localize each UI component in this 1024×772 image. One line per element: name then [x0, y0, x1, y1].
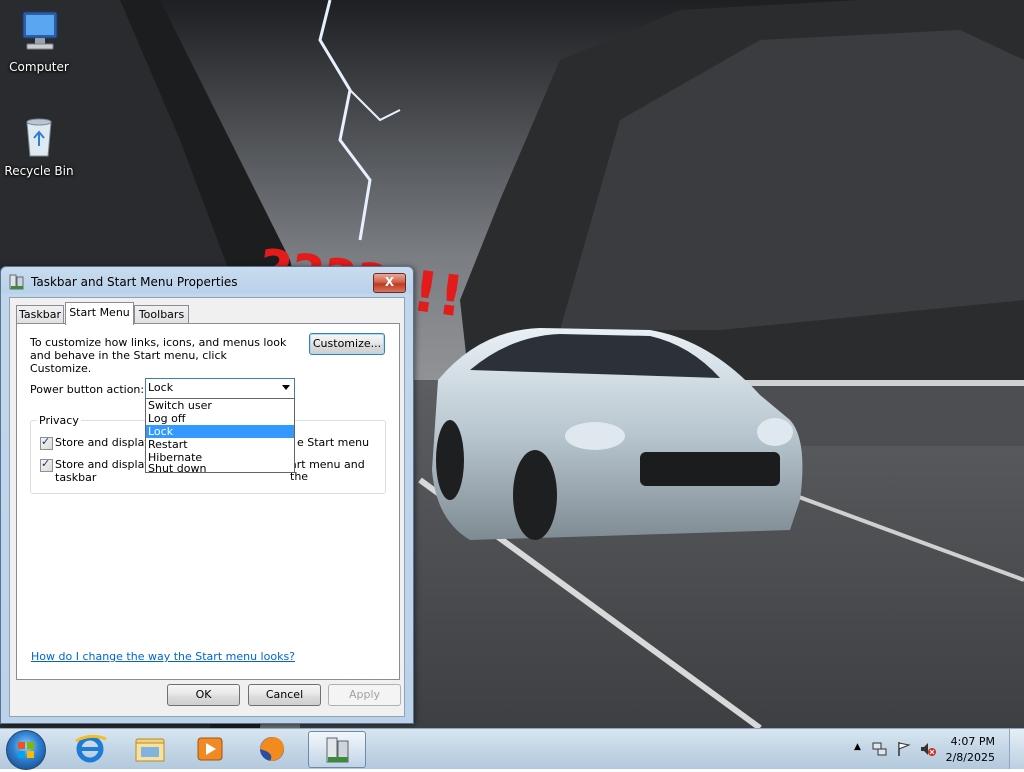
media-player-icon	[197, 737, 223, 761]
power-button-selected-value: Lock	[148, 381, 174, 394]
chevron-down-icon	[282, 385, 290, 390]
desktop-icon-label: Recycle Bin	[4, 164, 74, 178]
dialog-title: Taskbar and Start Menu Properties	[31, 275, 238, 289]
taskbar-start-menu-properties-dialog: Taskbar and Start Menu Properties X Task…	[0, 266, 414, 724]
network-icon[interactable]	[872, 741, 888, 757]
close-icon: X	[384, 275, 395, 289]
desktop-icon-recycle-bin[interactable]: Recycle Bin	[1, 112, 77, 178]
store-recent-programs-label-tail: e Start menu	[297, 436, 370, 449]
start-menu-description: To customize how links, icons, and menus…	[30, 336, 287, 375]
dropdown-option-restart[interactable]: Restart	[146, 438, 294, 451]
close-button[interactable]: X	[373, 273, 406, 293]
tab-start-menu[interactable]: Start Menu	[65, 302, 134, 325]
dropdown-option-lock[interactable]: Lock	[146, 425, 294, 438]
taskbar-properties-window[interactable]	[308, 731, 366, 768]
dropdown-option-shut-down[interactable]: Shut down	[146, 463, 294, 474]
tab-taskbar[interactable]: Taskbar	[16, 305, 64, 324]
cancel-button[interactable]: Cancel	[248, 684, 321, 706]
dropdown-option-switch-user[interactable]: Switch user	[146, 399, 294, 412]
dropdown-option-log-off[interactable]: Log off	[146, 412, 294, 425]
dialog-client-area: Taskbar Start Menu Toolbars To customize…	[9, 297, 405, 717]
desktop-icon-label: Computer	[9, 60, 69, 74]
store-recent-items-label: Store and display r	[55, 458, 159, 471]
show-hidden-icons-chevron-icon[interactable]: ▲	[854, 742, 861, 752]
taskbar-media-player[interactable]	[182, 731, 238, 766]
taskbar-internet-explorer[interactable]	[62, 731, 118, 766]
internet-explorer-icon	[75, 734, 107, 763]
start-menu-tab-panel: To customize how links, icons, and menus…	[16, 323, 400, 680]
privacy-legend: Privacy	[37, 414, 81, 427]
customize-button[interactable]: Customize...	[309, 333, 385, 355]
store-recent-programs-checkbox[interactable]	[40, 435, 53, 450]
apply-button[interactable]: Apply	[328, 684, 401, 706]
action-center-flag-icon[interactable]	[896, 741, 912, 757]
help-link[interactable]: How do I change the way the Start menu l…	[31, 650, 295, 663]
clock-time[interactable]: 4:07 PM	[951, 735, 995, 748]
windows-explorer-icon	[135, 738, 165, 762]
taskbar-windows-explorer[interactable]	[122, 731, 178, 766]
power-button-action-label: Power button action:	[30, 383, 145, 396]
taskbar-properties-icon	[326, 737, 349, 763]
dialog-titlebar[interactable]: Taskbar and Start Menu Properties X	[1, 267, 413, 297]
show-desktop-button[interactable]	[1009, 729, 1024, 769]
power-button-action-dropdown: Switch user Log off Lock Restart Hiberna…	[145, 398, 295, 474]
volume-muted-icon[interactable]	[920, 741, 936, 757]
desktop-icon-computer[interactable]: Computer	[1, 8, 77, 74]
ok-button[interactable]: OK	[167, 684, 240, 706]
firefox-icon	[260, 737, 284, 761]
tab-toolbars[interactable]: Toolbars	[134, 305, 189, 324]
store-recent-items-checkbox[interactable]	[40, 457, 53, 472]
computer-icon	[15, 8, 63, 56]
recycle-bin-icon	[15, 112, 63, 160]
system-tray: ▲ 4:07 PM 2/8/2025	[834, 729, 1024, 769]
store-recent-programs-label: Store and display r	[55, 436, 159, 449]
taskbar-properties-icon	[9, 274, 25, 290]
store-recent-items-label-tail: art menu and the	[290, 458, 365, 483]
start-button[interactable]	[6, 730, 46, 770]
power-button-action-select[interactable]: Lock	[145, 378, 295, 399]
taskbar-firefox[interactable]	[244, 731, 300, 766]
clock-date[interactable]: 2/8/2025	[946, 751, 995, 764]
windows-logo-icon	[18, 742, 34, 758]
store-recent-items-label-line2: taskbar	[55, 471, 97, 484]
taskbar: ▲ 4:07 PM 2/8/2025	[0, 728, 1024, 770]
